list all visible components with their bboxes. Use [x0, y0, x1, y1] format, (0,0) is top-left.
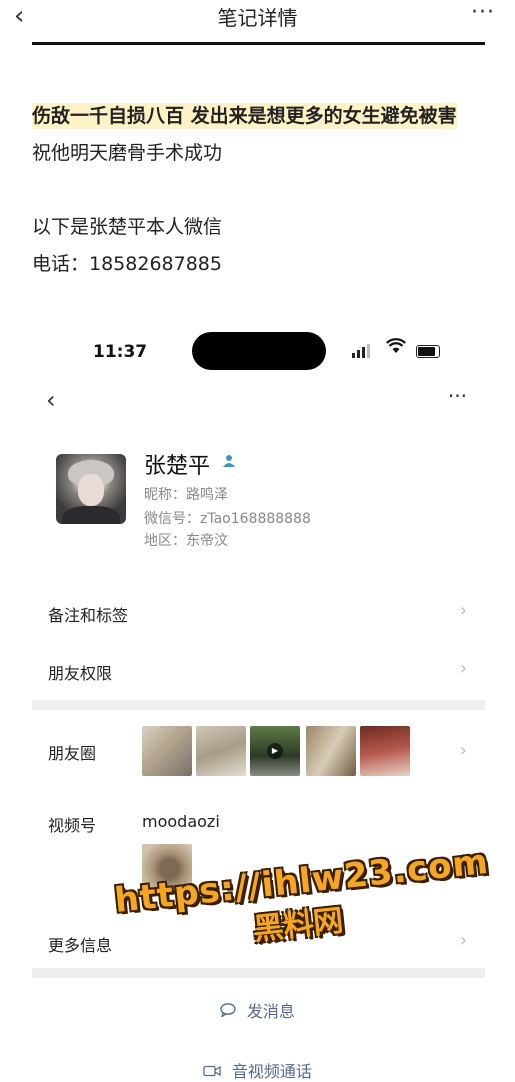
status-icons	[352, 338, 452, 360]
channels-name: moodaozi	[142, 812, 220, 831]
av-call-button[interactable]: 音视频通话	[0, 1058, 515, 1082]
person-icon	[222, 454, 236, 472]
nickname: 昵称：路鸣泽	[144, 487, 228, 503]
contact-name: 张楚平	[144, 454, 211, 479]
send-message-button[interactable]: 发消息	[0, 998, 515, 1022]
play-icon: ▶	[267, 743, 283, 759]
chevron-right-icon: ›	[459, 658, 467, 679]
top-bar: ‹ 笔记详情 ···	[0, 0, 515, 45]
video-camera-icon	[203, 1063, 226, 1081]
status-time: 11:37	[93, 342, 148, 362]
post-headline: 伤敌一千自损八百 发出来是想更多的女生避免被害	[32, 103, 457, 129]
channels-row[interactable]: 视频号	[48, 812, 96, 836]
wechat-id: 微信号：zTao168888888	[144, 511, 311, 527]
chevron-right-icon: ›	[459, 740, 467, 761]
wechat-more-button[interactable]: ···	[448, 384, 467, 408]
battery-icon	[416, 345, 440, 358]
post-line: 以下是张楚平本人微信	[32, 216, 223, 238]
post-line: 祝他明天磨骨手术成功	[32, 142, 223, 164]
post-phone: 电话：18582687885	[32, 253, 222, 275]
moments-video[interactable]: ▶	[250, 726, 300, 776]
dynamic-island	[192, 332, 326, 370]
signal-icon	[352, 353, 355, 358]
post-body: 伤敌一千自损八百 发出来是想更多的女生避免被害 祝他明天磨骨手术成功 以下是张楚…	[32, 98, 492, 283]
more-button[interactable]: ···	[471, 0, 495, 25]
moments-photo[interactable]	[196, 726, 246, 776]
moments-row[interactable]: 朋友圈	[48, 740, 96, 764]
permissions-row[interactable]: 朋友权限	[48, 660, 112, 684]
chevron-right-icon: ›	[459, 600, 467, 621]
more-info-row[interactable]: 更多信息	[48, 932, 112, 956]
region: 地区：东帝汶	[144, 533, 228, 549]
avatar[interactable]	[56, 454, 126, 524]
remarks-row[interactable]: 备注和标签	[48, 602, 128, 626]
wechat-back-button[interactable]: ‹	[46, 386, 56, 414]
moments-photo[interactable]	[306, 726, 356, 776]
moments-photo[interactable]	[360, 726, 410, 776]
divider	[32, 42, 485, 45]
page-title: 笔记详情	[217, 6, 298, 30]
moments-photo[interactable]	[142, 726, 192, 776]
section-divider	[32, 700, 485, 710]
wifi-icon	[386, 338, 406, 359]
chat-bubble-icon	[220, 1003, 241, 1021]
